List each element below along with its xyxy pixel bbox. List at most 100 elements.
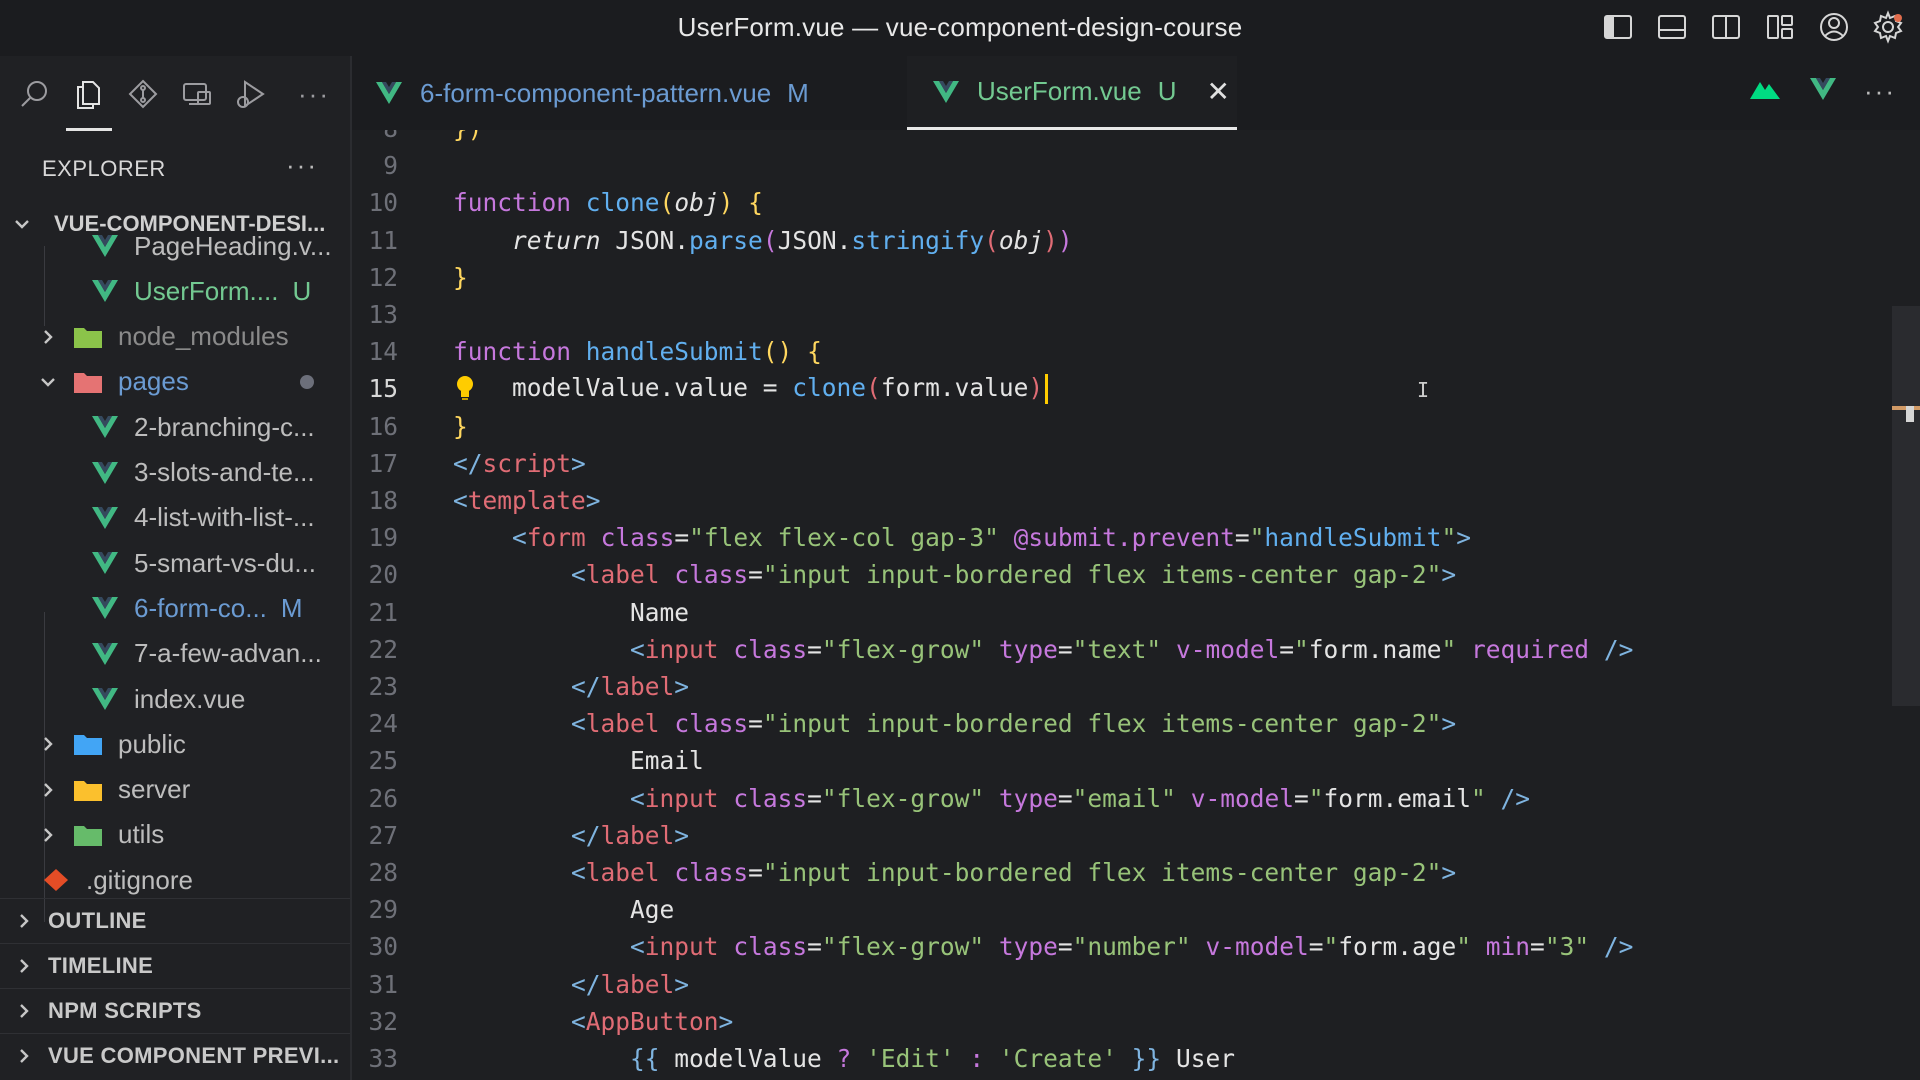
- account-icon[interactable]: [1816, 9, 1852, 45]
- tree-item[interactable]: index.vue: [0, 677, 350, 721]
- code-line: 15 modelValue.value = clone(form.value) I: [352, 370, 1892, 407]
- git-file-icon: [40, 867, 72, 893]
- scrollbar-cursor-marker: [1906, 406, 1914, 422]
- code-text: <label class="input input-bordered flex …: [571, 858, 1457, 887]
- tree-item[interactable]: pages: [0, 360, 350, 404]
- folder-changes-dot: [300, 374, 314, 389]
- vue-file-icon: [90, 505, 120, 531]
- sidebar-panels: OUTLINE TIMELINE NPM SCRIPTS VUE COMPONENT …: [0, 898, 350, 1078]
- code-line: 31 </label>: [352, 966, 1892, 1003]
- tree-item-label: 6-form-co...: [134, 592, 267, 623]
- editor-area: 6-form-component-pattern.vue M UserForm.…: [352, 56, 1920, 1080]
- toggle-panel-icon[interactable]: [1654, 9, 1690, 45]
- title-bar: UserForm.vue — vue-component-design-cour…: [0, 0, 1920, 56]
- tree-item[interactable]: 5-smart-vs-du...: [0, 541, 350, 585]
- tree-item[interactable]: 2-branching-c...: [0, 405, 350, 449]
- line-number: 9: [383, 151, 398, 181]
- editor-more-icon[interactable]: ···: [1864, 76, 1896, 107]
- vue-preview-icon[interactable]: [1808, 76, 1838, 107]
- code-line: 26 <input class="flex-grow" type="email"…: [352, 780, 1892, 817]
- tree-item[interactable]: PageHeading.v...: [0, 224, 350, 268]
- tree-item[interactable]: node_modules: [0, 315, 350, 359]
- line-number: 28: [368, 858, 398, 887]
- toggle-primary-sidebar-icon[interactable]: [1600, 9, 1636, 45]
- tree-item-label: 2-branching-c...: [134, 411, 315, 442]
- line-number: 26: [368, 783, 398, 813]
- code-text: }: [453, 411, 468, 441]
- tab-userform[interactable]: UserForm.vue U ✕: [907, 56, 1237, 130]
- line-number: 22: [368, 634, 398, 664]
- chevron-right-icon: [14, 956, 34, 976]
- line-number: 27: [368, 820, 398, 850]
- vue-file-icon: [931, 79, 961, 105]
- toggle-secondary-sidebar-icon[interactable]: [1708, 9, 1744, 45]
- code-text: return JSON.parse(JSON.stringify(obj)): [512, 225, 1073, 255]
- sidebar-panel-header[interactable]: NPM SCRIPTS: [0, 988, 350, 1033]
- vue-file-icon: [90, 550, 120, 576]
- tree-item[interactable]: 7-a-few-advan...: [0, 632, 350, 676]
- search-icon[interactable]: [18, 77, 52, 111]
- source-control-icon[interactable]: [126, 77, 160, 111]
- chevron-right-icon: [14, 911, 34, 931]
- panel-label: VUE COMPONENT PREVI...: [48, 1043, 340, 1068]
- chevron-right-icon: [38, 825, 58, 845]
- tree-item-label: utils: [118, 819, 165, 850]
- code-text: <input class="flex-grow" type="email" v-…: [630, 783, 1531, 813]
- tab-form-component-pattern[interactable]: 6-form-component-pattern.vue M: [374, 56, 809, 130]
- tree-item[interactable]: server: [0, 768, 350, 812]
- code-text: Email: [453, 746, 704, 776]
- code-text: }: [453, 262, 468, 292]
- line-number: 16: [368, 411, 398, 441]
- run-debug-icon[interactable]: [234, 77, 268, 111]
- line-number: 29: [368, 895, 398, 925]
- node-folder-icon: [72, 324, 104, 350]
- line-number: 30: [368, 932, 398, 962]
- explorer-files-icon[interactable]: [66, 77, 112, 131]
- code-text: <input class="flex-grow" type="number" v…: [630, 932, 1634, 962]
- explorer-more-button[interactable]: ···: [286, 150, 318, 181]
- vue-file-icon: [90, 686, 120, 712]
- tree-item[interactable]: 3-slots-and-te...: [0, 451, 350, 495]
- code-line: 12}: [352, 259, 1892, 296]
- tab-label: UserForm.vue: [977, 76, 1142, 106]
- sidebar-panel-header[interactable]: TIMELINE: [0, 943, 350, 988]
- customize-layout-icon[interactable]: [1762, 9, 1798, 45]
- tree-item-label: public: [118, 728, 186, 759]
- tab-label: 6-form-component-pattern.vue: [420, 77, 772, 108]
- code-text: </label>: [571, 820, 690, 850]
- tree-item[interactable]: utils: [0, 813, 350, 857]
- activity-more-icon[interactable]: ···: [298, 79, 330, 110]
- server-folder-icon: [72, 777, 104, 803]
- line-number: 18: [368, 486, 398, 515]
- code-text: Name: [453, 597, 690, 627]
- tree-item[interactable]: public: [0, 722, 350, 766]
- remote-explorer-icon[interactable]: [180, 77, 214, 111]
- close-tab-icon[interactable]: ✕: [1206, 75, 1229, 108]
- tree-item[interactable]: 6-form-co... M: [0, 586, 350, 630]
- settings-gear-icon[interactable]: [1870, 9, 1906, 45]
- nuxt-icon[interactable]: [1748, 77, 1782, 106]
- editor-scrollbar[interactable]: [1892, 306, 1920, 706]
- tree-item[interactable]: UserForm.... U: [0, 269, 350, 313]
- tree-item-label: UserForm....: [134, 275, 279, 306]
- chevron-down-icon: [38, 372, 58, 392]
- vue-file-icon: [90, 595, 120, 621]
- code-line: 11 return JSON.parse(JSON.stringify(obj)…: [352, 222, 1892, 259]
- tree-item[interactable]: .gitignore: [0, 858, 350, 902]
- code-line: 19 <form class="flex flex-col gap-3" @su…: [352, 519, 1892, 556]
- tree-item-label: .gitignore: [86, 864, 193, 895]
- lightbulb-icon[interactable]: [454, 374, 476, 402]
- code-line: 16}: [352, 408, 1892, 445]
- code-line: 17 </script>: [352, 445, 1892, 482]
- code-text: modelValue.value = clone(form.value): [453, 373, 1049, 405]
- file-tree: VUE-COMPONENT-DESI... PageHeading.v... Us…: [0, 202, 350, 952]
- tree-item-label: pages: [118, 366, 189, 397]
- pages-folder-icon: [72, 369, 104, 395]
- tree-item[interactable]: 4-list-with-list-...: [0, 496, 350, 540]
- title-bar-actions: [1600, 9, 1906, 45]
- sidebar-panel-header[interactable]: VUE COMPONENT PREVI...: [0, 1033, 350, 1078]
- chevron-right-icon: [14, 1046, 34, 1066]
- tree-item-label: node_modules: [118, 321, 289, 352]
- sidebar-panel-header[interactable]: OUTLINE: [0, 898, 350, 943]
- code-editor[interactable]: 8}) 9 10 function clone(obj) {11 return JSO…: [352, 130, 1892, 1080]
